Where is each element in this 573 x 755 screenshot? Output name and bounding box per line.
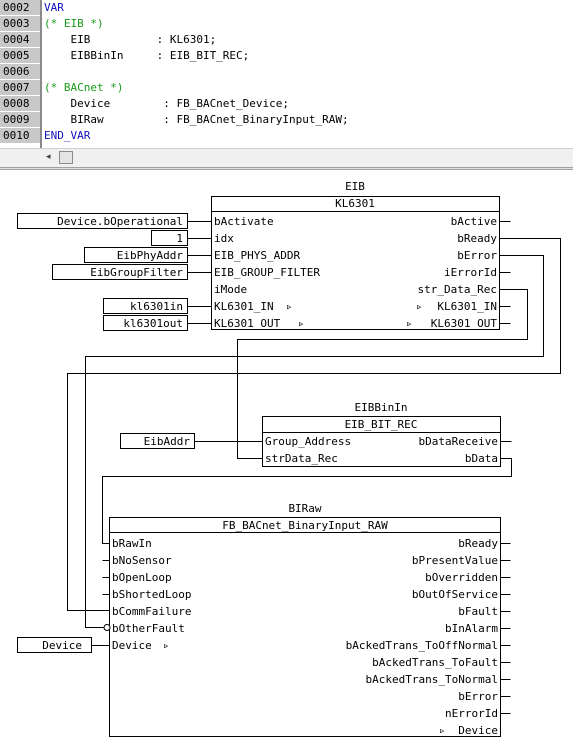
pin-label: bRawIn (112, 537, 152, 550)
pin-label: Device (458, 724, 498, 737)
var-text[interactable]: kl6301out (123, 317, 183, 330)
pin-label: KL6301_IN (437, 300, 497, 313)
eibbinin-instance-name[interactable]: EIBBinIn (355, 401, 408, 414)
pin-label: bAckedTrans_ToOffNormal (346, 639, 498, 652)
pin-label: nErrorId (445, 707, 498, 720)
pin-label: bFault (458, 605, 498, 618)
pin-label: Group_Address (265, 435, 351, 448)
var-text[interactable]: EibGroupFilter (90, 266, 183, 279)
pin-label: bError (457, 249, 497, 262)
line-number: 0005 (0, 48, 40, 64)
var-text[interactable]: 1 (176, 232, 183, 245)
negation-marker (103, 624, 111, 631)
code-line[interactable]: Device : FB_BACnet_Device; (44, 96, 289, 112)
fbd-network: EIB KL6301 bActivate idx EIB_PHYS_ADDR E… (0, 170, 573, 755)
pin-label: bDataReceive (419, 435, 498, 448)
eibbinin-type-name: EIB_BIT_REC (345, 418, 418, 431)
biraw-instance-name[interactable]: BIRaw (288, 502, 321, 515)
line-number: 0004 (0, 32, 40, 48)
pin-label: bError (458, 690, 498, 703)
code-line[interactable]: (* EIB *) (44, 16, 104, 32)
pin-label: bReady (458, 537, 498, 550)
inout-marker-icon: ▹ (163, 639, 170, 652)
declaration-editor[interactable]: 0002 0003 0004 0005 0006 0007 0008 0009 … (0, 0, 573, 168)
pin-label: bInAlarm (445, 622, 498, 635)
var-text[interactable]: EibPhyAddr (117, 249, 184, 262)
pin-label: bCommFailure (112, 605, 191, 618)
line-number: 0009 (0, 112, 40, 128)
pin-label: EIB_PHYS_ADDR (214, 249, 300, 262)
code-line[interactable]: END_VAR (44, 128, 90, 144)
code-line[interactable]: (* BACnet *) (44, 80, 123, 96)
line-number: 0002 (0, 0, 40, 16)
pin-label: bOverridden (425, 571, 498, 584)
pin-label: KL6301_OUT (214, 317, 281, 330)
pin-label: KL6301_OUT (431, 317, 498, 330)
pin-label: bActive (451, 215, 497, 228)
pin-label: bOutOfService (412, 588, 498, 601)
inout-marker-icon: ▹ (439, 724, 446, 737)
pin-label: iMode (214, 283, 247, 296)
pin-label: bPresentValue (412, 554, 498, 567)
var-text[interactable]: Device (42, 639, 82, 652)
inout-marker-icon: ▹ (298, 317, 305, 330)
gutter-separator (40, 0, 42, 148)
var-text[interactable]: Device.bOperational (57, 215, 183, 228)
code-line[interactable]: VAR (44, 0, 64, 16)
pin-label: bOpenLoop (112, 571, 172, 584)
pin-label: KL6301_IN (214, 300, 274, 313)
line-number: 0008 (0, 96, 40, 112)
code-line[interactable]: BIRaw : FB_BACnet_BinaryInput_RAW; (44, 112, 348, 128)
scrollbar-thumb[interactable] (59, 151, 73, 164)
biraw-type-name: FB_BACnet_BinaryInput_RAW (222, 519, 388, 532)
pin-label: idx (214, 232, 234, 245)
pin-label: bData (465, 452, 498, 465)
scroll-left-icon[interactable]: ◂ (46, 152, 51, 162)
pin-label: str_Data_Rec (418, 283, 497, 296)
pin-label: bAckedTrans_ToFault (372, 656, 498, 669)
code-line[interactable]: EIBBinIn : EIB_BIT_REC; (44, 48, 249, 64)
pin-label: bOtherFault (112, 622, 185, 635)
pin-label: bReady (457, 232, 497, 245)
inout-marker-icon: ▹ (406, 317, 413, 330)
eib-instance-name[interactable]: EIB (345, 180, 365, 193)
var-text[interactable]: EibAddr (144, 435, 191, 448)
pin-label: bShortedLoop (112, 588, 191, 601)
pin-label: bNoSensor (112, 554, 172, 567)
pin-label: bAckedTrans_ToNormal (366, 673, 498, 686)
line-number: 0010 (0, 128, 40, 144)
horizontal-scrollbar[interactable]: ◂ (0, 148, 573, 167)
pin-label: Device (112, 639, 152, 652)
pin-label: strData_Rec (265, 452, 338, 465)
pin-label: bActivate (214, 215, 274, 228)
line-number: 0003 (0, 16, 40, 32)
inout-marker-icon: ▹ (416, 300, 423, 313)
inout-marker-icon: ▹ (286, 300, 293, 313)
eib-type-name: KL6301 (335, 197, 375, 210)
var-text[interactable]: kl6301in (130, 300, 183, 313)
line-number: 0006 (0, 64, 40, 80)
pin-label: EIB_GROUP_FILTER (214, 266, 320, 279)
code-line[interactable]: EIB : KL6301; (44, 32, 216, 48)
line-number: 0007 (0, 80, 40, 96)
pin-label: iErrorId (444, 266, 497, 279)
